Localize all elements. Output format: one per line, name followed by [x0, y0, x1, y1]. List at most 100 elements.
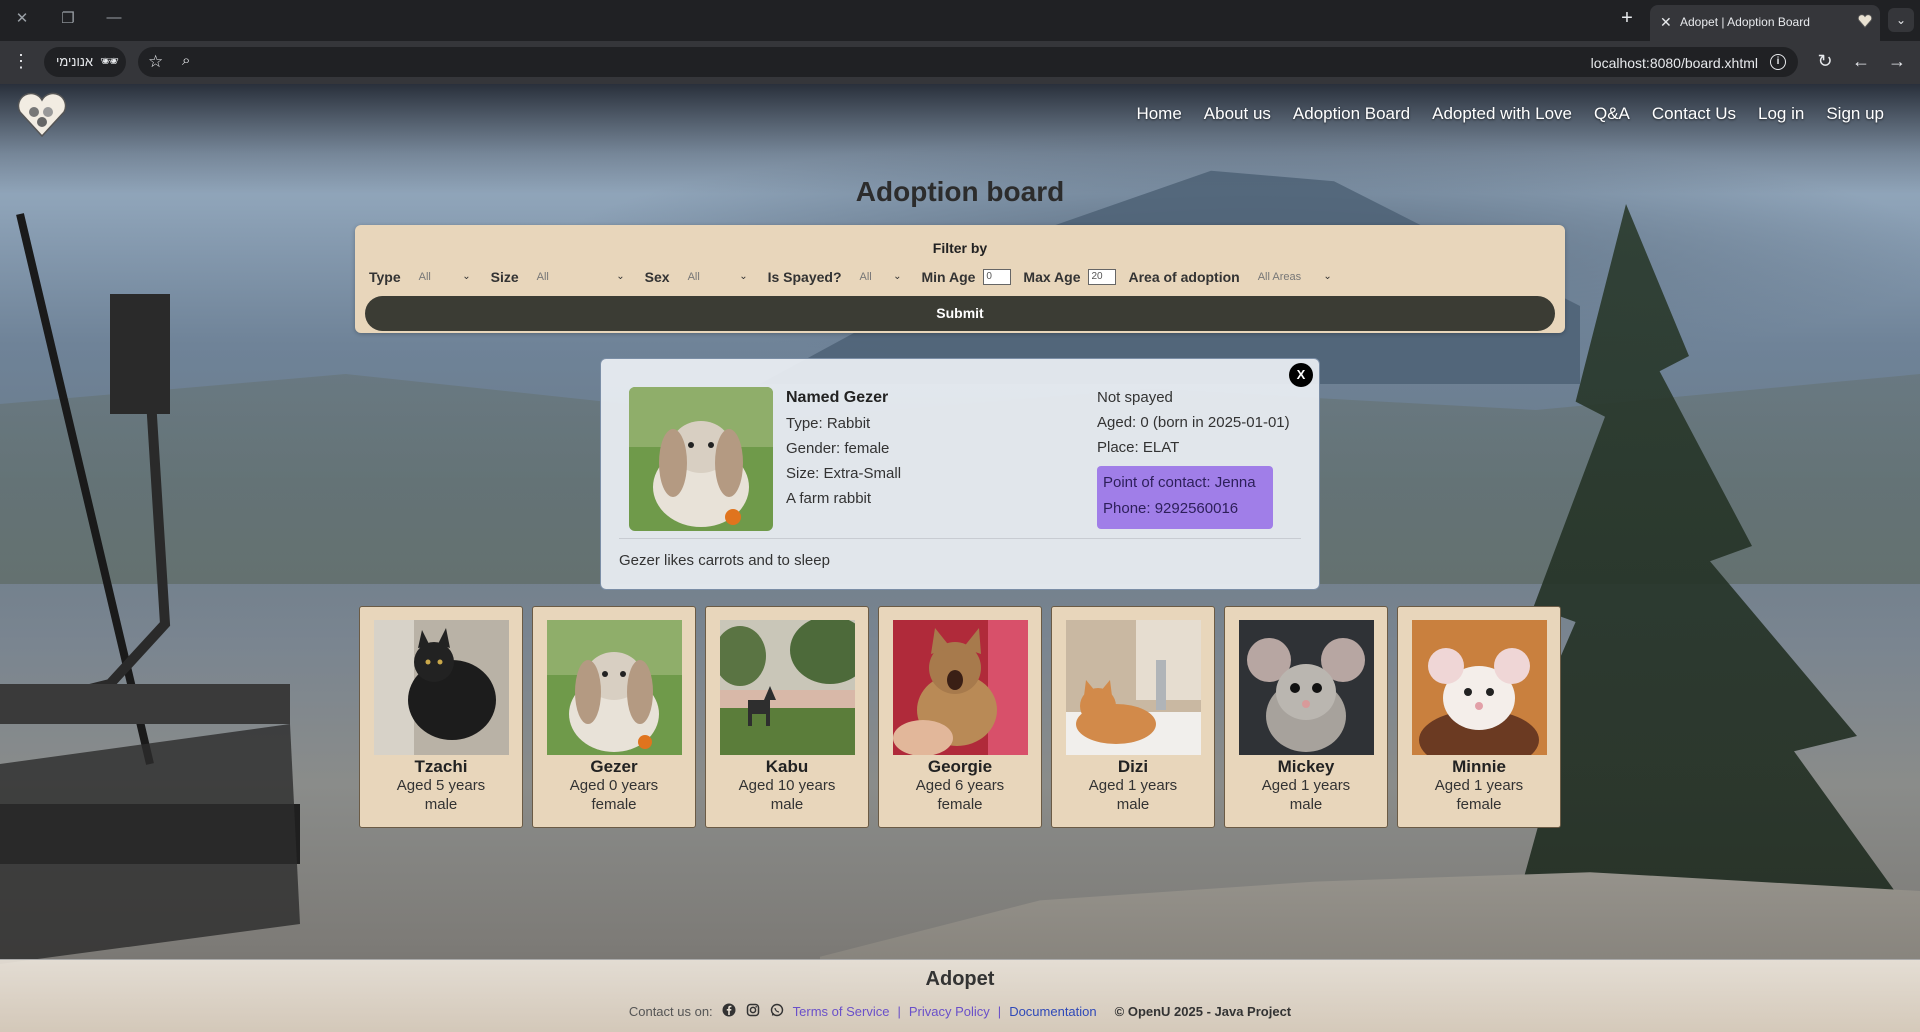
sex-label: Sex — [644, 269, 670, 285]
pet-card-gezer[interactable]: Gezer Aged 0 years female — [532, 606, 696, 828]
bookmark-star-icon[interactable]: ☆ — [148, 52, 163, 72]
size-label: Size — [490, 269, 519, 285]
reload-icon[interactable]: ↻ — [1814, 51, 1836, 72]
pet-card-tzachi[interactable]: Tzachi Aged 5 years male — [359, 606, 523, 828]
chevron-down-icon: ⌄ — [616, 271, 625, 282]
address-bar[interactable]: ☆ ⌕ localhost:8080/board.xhtml i — [138, 47, 1798, 77]
nav-contact-us[interactable]: Contact Us — [1652, 104, 1736, 124]
page-title: Adoption board — [855, 176, 1065, 207]
pet-description: Gezer likes carrots and to sleep — [619, 552, 830, 569]
type-select[interactable]: All ⌄ — [409, 266, 473, 288]
pet-breed: A farm rabbit — [786, 490, 872, 507]
spayed-select-value: All — [859, 271, 872, 283]
pet-card-name: Dizi — [1117, 757, 1149, 776]
footer-separator: | — [997, 1003, 1002, 1019]
rabbit-photo — [547, 620, 682, 755]
new-tab-icon[interactable]: + — [1614, 7, 1640, 30]
pet-card-sex: female — [937, 796, 983, 813]
adopet-logo[interactable] — [14, 90, 70, 138]
pet-card-kabu[interactable]: Kabu Aged 10 years male — [705, 606, 869, 828]
pet-card-list: Tzachi Aged 5 years male Gezer Aged 0 ye… — [359, 606, 1561, 828]
instagram-icon[interactable] — [745, 1003, 761, 1019]
pet-card-sex: male — [770, 796, 804, 813]
max-age-label: Max Age — [1023, 269, 1081, 285]
pet-card-age: Aged 1 years — [1434, 777, 1524, 794]
close-button[interactable]: X — [1289, 363, 1313, 387]
pet-spayed: Not spayed — [1097, 389, 1173, 406]
tab-close-icon[interactable]: ✕ — [1660, 14, 1672, 31]
nav-home[interactable]: Home — [1136, 104, 1181, 124]
submit-button[interactable]: Submit — [365, 296, 1555, 331]
window-minimize-icon[interactable]: — — [102, 9, 126, 26]
nav-log-in[interactable]: Log in — [1758, 104, 1804, 124]
spayed-select[interactable]: All ⌄ — [850, 266, 904, 288]
whatsapp-icon[interactable] — [769, 1003, 785, 1019]
pet-card-georgie[interactable]: Georgie Aged 6 years female — [878, 606, 1042, 828]
chevron-down-icon: ⌄ — [893, 271, 902, 282]
pet-card-mickey[interactable]: Mickey Aged 1 years male — [1224, 606, 1388, 828]
max-age-input[interactable]: 20 — [1088, 269, 1117, 285]
documentation-link[interactable]: Documentation — [1009, 1004, 1096, 1019]
sex-select-value: All — [687, 271, 700, 283]
pet-card-sex: male — [1116, 796, 1150, 813]
pet-card-age: Aged 5 years — [396, 777, 486, 794]
zoom-icon[interactable]: ⌕ — [182, 52, 190, 69]
pet-card-name: Kabu — [765, 757, 809, 776]
url-text[interactable]: localhost:8080/board.xhtml — [1591, 55, 1758, 71]
window-close-icon[interactable]: ✕ — [10, 9, 34, 27]
forward-icon[interactable]: → — [1886, 51, 1908, 72]
incognito-chip[interactable]: אנונימי 🕶 — [44, 47, 126, 77]
footer-separator: | — [897, 1003, 901, 1019]
pet-card-age: Aged 0 years — [569, 777, 659, 794]
pet-card-age: Aged 1 years — [1088, 777, 1178, 794]
pet-size: Size: Extra-Small — [786, 465, 902, 482]
nav-qa[interactable]: Q&A — [1594, 104, 1630, 124]
min-age-label: Min Age — [921, 269, 976, 285]
pet-card-name: Minnie — [1452, 757, 1506, 776]
nav-adopted-with-love[interactable]: Adopted with Love — [1432, 104, 1572, 124]
pet-card-dizi[interactable]: Dizi Aged 1 years male — [1051, 606, 1215, 828]
incognito-label: אנונימי — [56, 54, 94, 69]
area-label: Area of adoption — [1128, 269, 1240, 285]
window-restore-icon[interactable]: ❐ — [56, 9, 80, 27]
area-select[interactable]: All Areas ⌄ — [1248, 266, 1334, 288]
pet-type: Type: Rabbit — [786, 415, 871, 432]
pet-detail-card: Named Gezer Type: Rabbit Gender: female … — [600, 358, 1320, 590]
chevron-down-icon: ⌄ — [739, 271, 748, 282]
type-label: Type — [369, 269, 401, 285]
tabby-cat-photo — [893, 620, 1028, 755]
pet-card-sex: female — [1456, 796, 1502, 813]
chevron-down-icon: ⌄ — [1323, 271, 1332, 282]
incognito-icon: 🕶 — [100, 53, 120, 70]
facebook-icon[interactable] — [721, 1003, 737, 1019]
size-select[interactable]: All ⌄ — [527, 266, 627, 288]
privacy-link[interactable]: Privacy Policy — [909, 1004, 990, 1019]
nav-adoption-board[interactable]: Adoption Board — [1293, 104, 1410, 124]
contact-us-label: Contact us on: — [628, 1003, 713, 1019]
rabbit-photo — [629, 387, 773, 531]
size-select-value: All — [536, 271, 549, 283]
nav-about-us[interactable]: About us — [1204, 104, 1271, 124]
browser-tab[interactable]: ✕ Adopet | Adoption Board — [1650, 5, 1880, 41]
pet-card-minnie[interactable]: Minnie Aged 1 years female — [1397, 606, 1561, 828]
terms-link[interactable]: Terms of Service — [793, 1004, 890, 1019]
browser-menu-icon[interactable]: ⋮ — [12, 51, 30, 72]
footer-links: Contact us on: Terms of Service | Privac… — [0, 1003, 1920, 1019]
white-mouse-photo — [1412, 620, 1547, 755]
chevron-down-icon: ⌄ — [462, 271, 471, 282]
black-cat-photo — [374, 620, 509, 755]
pet-gender: Gender: female — [786, 440, 890, 457]
pet-place: Place: ELAT — [1097, 439, 1180, 456]
site-info-icon[interactable]: i — [1770, 54, 1786, 70]
sex-select[interactable]: All ⌄ — [678, 266, 750, 288]
min-age-input[interactable]: 0 — [983, 269, 1012, 285]
back-icon[interactable]: ← — [1850, 51, 1872, 72]
pet-card-name: Gezer — [590, 757, 638, 776]
page-background: Home About us Adoption Board Adopted wit… — [0, 84, 1920, 1032]
tab-search-chevron-icon[interactable]: ⌄ — [1888, 8, 1914, 32]
contact-person: Point of contact: Jenna — [1103, 474, 1256, 491]
pet-card-name: Tzachi — [414, 757, 468, 776]
nav-sign-up[interactable]: Sign up — [1826, 104, 1884, 124]
spayed-label: Is Spayed? — [767, 269, 842, 285]
pet-card-sex: male — [424, 796, 458, 813]
